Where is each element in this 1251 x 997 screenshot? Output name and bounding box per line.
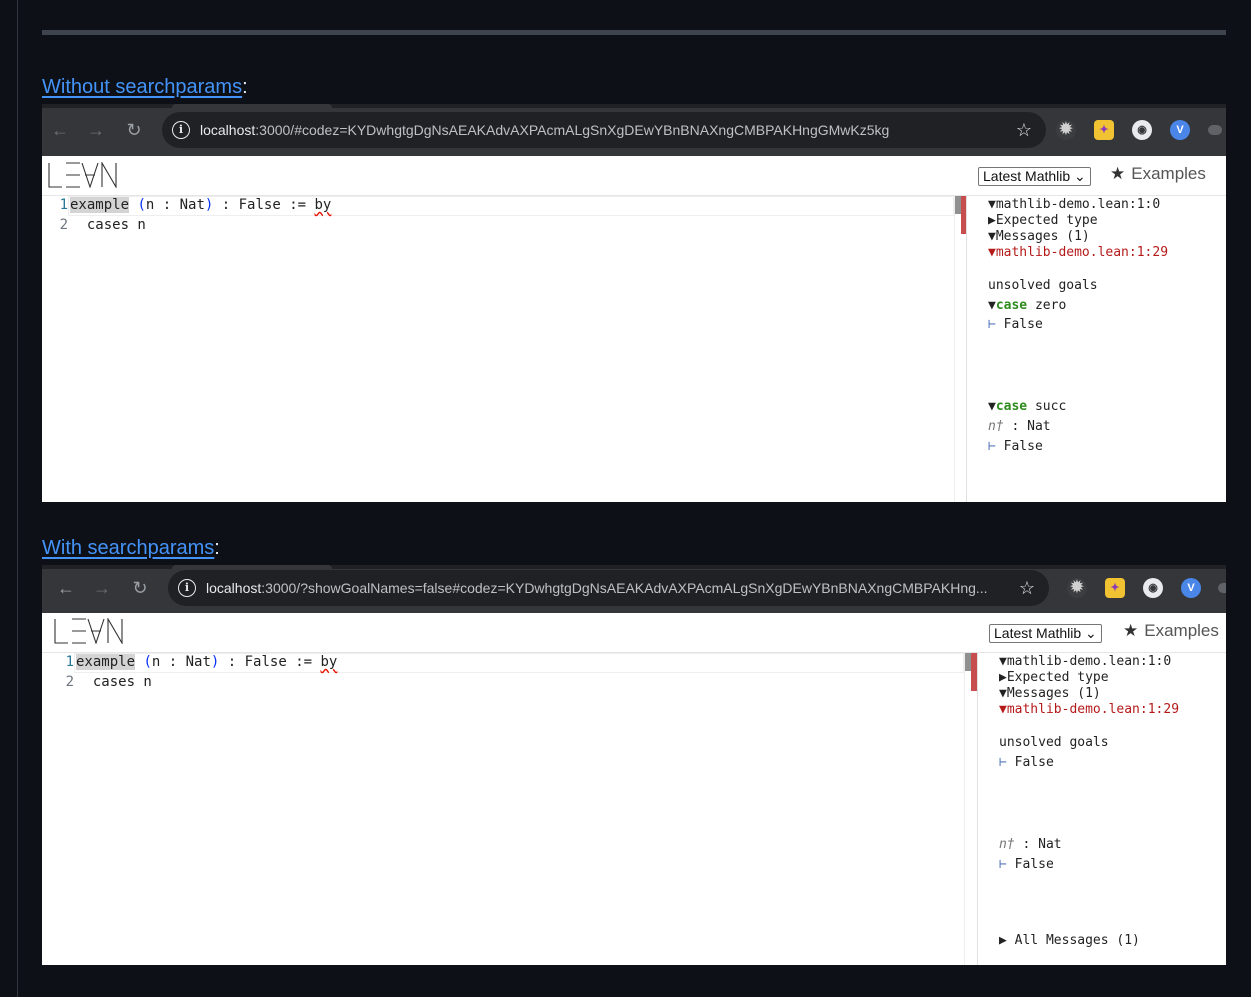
url-text[interactable]: localhost:3000/?showGoalNames=false#code… (206, 570, 988, 606)
url-text[interactable]: localhost:3000/#codez=KYDwhgtgDgNsAEAKAd… (200, 112, 889, 148)
mathlib-version-select[interactable]: Latest Mathlib ⌄ (978, 167, 1091, 186)
expected-type-toggle[interactable]: ▶Expected type (999, 670, 1109, 685)
with-searchparams-link[interactable]: With searchparams (42, 537, 214, 559)
address-bar[interactable]: i localhost:3000/#codez=KYDwhgtgDgNsAEAK… (162, 112, 1046, 148)
extension-puzzle-icon[interactable]: ✦ (1094, 120, 1114, 140)
tab-strip (42, 104, 1226, 108)
code-line-2[interactable]: cases n (70, 217, 146, 233)
back-arrow-icon[interactable]: ← (50, 120, 70, 140)
forward-arrow-icon[interactable]: → (92, 578, 112, 598)
extension-more-icon[interactable] (1218, 583, 1226, 593)
star-icon: ★ (1123, 621, 1139, 640)
hypothesis-line: n† : Nat (988, 419, 1051, 434)
tab-strip (42, 565, 1226, 569)
heading-colon: : (242, 76, 248, 98)
heading-without-searchparams: Without searchparams: (42, 76, 248, 99)
code-editor[interactable]: 1 2 example (n : Nat) : False := by case… (42, 196, 954, 502)
case-succ-header[interactable]: ▼case succ (988, 399, 1066, 414)
expected-type-toggle[interactable]: ▶Expected type (988, 213, 1098, 228)
messages-toggle[interactable]: ▼Messages (1) (999, 686, 1101, 701)
extension-v-icon[interactable]: V (1170, 120, 1190, 140)
editor-scrollbar[interactable] (964, 653, 978, 965)
message-location[interactable]: ▼mathlib-demo.lean:1:29 (999, 702, 1179, 717)
reload-icon[interactable]: ↻ (124, 120, 144, 140)
extension-more-icon[interactable] (1208, 125, 1222, 135)
pane-divider[interactable] (966, 196, 967, 502)
code-editor[interactable]: 1 2 example (n : Nat) : False := by case… (48, 653, 964, 963)
extension-eye-icon[interactable]: ◉ (1143, 578, 1163, 598)
examples-menu[interactable]: ★ Examples (1123, 621, 1219, 641)
line-number: 1 (59, 197, 68, 213)
extension-gear-icon[interactable]: ✹ (1056, 120, 1076, 140)
without-searchparams-link[interactable]: Without searchparams (42, 76, 242, 98)
address-bar[interactable]: i localhost:3000/?showGoalNames=false#co… (168, 570, 1049, 606)
pane-divider[interactable] (977, 653, 978, 965)
active-tab[interactable] (172, 565, 332, 569)
extension-puzzle-icon[interactable]: ✦ (1105, 578, 1125, 598)
line-number: 1 (65, 654, 74, 670)
code-line-1[interactable]: example (n : Nat) : False := by (70, 197, 331, 213)
active-tab[interactable] (172, 104, 332, 108)
site-info-icon[interactable]: i (178, 579, 196, 597)
messages-toggle[interactable]: ▼Messages (1) (988, 229, 1090, 244)
goal-line: ⊢ False (999, 755, 1054, 770)
site-info-icon[interactable]: i (172, 121, 190, 139)
examples-menu[interactable]: ★ Examples (1110, 164, 1206, 184)
goal-line: ⊢ False (988, 439, 1043, 454)
extension-v-icon[interactable]: V (1181, 578, 1201, 598)
all-messages-toggle[interactable]: ▶ All Messages (1) (999, 933, 1140, 948)
case-zero-header[interactable]: ▼case zero (988, 298, 1066, 313)
infoview-file-header[interactable]: ▼mathlib-demo.lean:1:0 (999, 654, 1171, 669)
lean-logo-icon (48, 162, 117, 188)
unsolved-goals-text: unsolved goals (999, 735, 1109, 750)
bookmark-star-icon[interactable]: ☆ (1016, 112, 1032, 148)
forward-arrow-icon[interactable]: → (86, 120, 106, 140)
line-number: 2 (59, 217, 68, 233)
page-left-border (17, 0, 18, 997)
screenshot-with-searchparams: ← → ↻ i localhost:3000/?showGoalNames=fa… (42, 565, 1226, 965)
screenshot-without-searchparams: ← → ↻ i localhost:3000/#codez=KYDwhgtgDg… (42, 104, 1226, 502)
reload-icon[interactable]: ↻ (130, 578, 150, 598)
back-arrow-icon[interactable]: ← (56, 578, 76, 598)
code-line-1[interactable]: example (n : Nat) : False := by (76, 654, 337, 670)
lean-app-bar: Latest Mathlib ⌄ ★ Examples (42, 613, 1226, 653)
browser-toolbar: ← → ↻ i localhost:3000/#codez=KYDwhgtgDg… (42, 104, 1226, 156)
infoview-file-header[interactable]: ▼mathlib-demo.lean:1:0 (988, 197, 1160, 212)
unsolved-goals-text: unsolved goals (988, 278, 1098, 293)
horizontal-rule (42, 30, 1226, 35)
heading-with-searchparams: With searchparams: (42, 537, 220, 560)
hypothesis-line: n† : Nat (999, 837, 1062, 852)
lean-logo-icon (54, 618, 123, 644)
star-icon: ★ (1110, 164, 1126, 183)
goal-line: ⊢ False (988, 317, 1043, 332)
browser-toolbar: ← → ↻ i localhost:3000/?showGoalNames=fa… (42, 565, 1226, 613)
extension-eye-icon[interactable]: ◉ (1132, 120, 1152, 140)
heading-colon: : (214, 537, 220, 559)
code-line-2[interactable]: cases n (76, 674, 152, 690)
extension-gear-icon[interactable]: ✹ (1067, 578, 1087, 598)
infoview-panel: ▼mathlib-demo.lean:1:0 ▶Expected type ▼M… (988, 196, 1224, 496)
goal-line: ⊢ False (999, 857, 1054, 872)
mathlib-version-select[interactable]: Latest Mathlib ⌄ (989, 624, 1102, 643)
lean-app-bar: Latest Mathlib ⌄ ★ Examples (42, 156, 1226, 196)
line-number: 2 (65, 674, 74, 690)
infoview-panel: ▼mathlib-demo.lean:1:0 ▶Expected type ▼M… (999, 653, 1224, 958)
bookmark-star-icon[interactable]: ☆ (1019, 570, 1035, 606)
message-location[interactable]: ▼mathlib-demo.lean:1:29 (988, 245, 1168, 260)
